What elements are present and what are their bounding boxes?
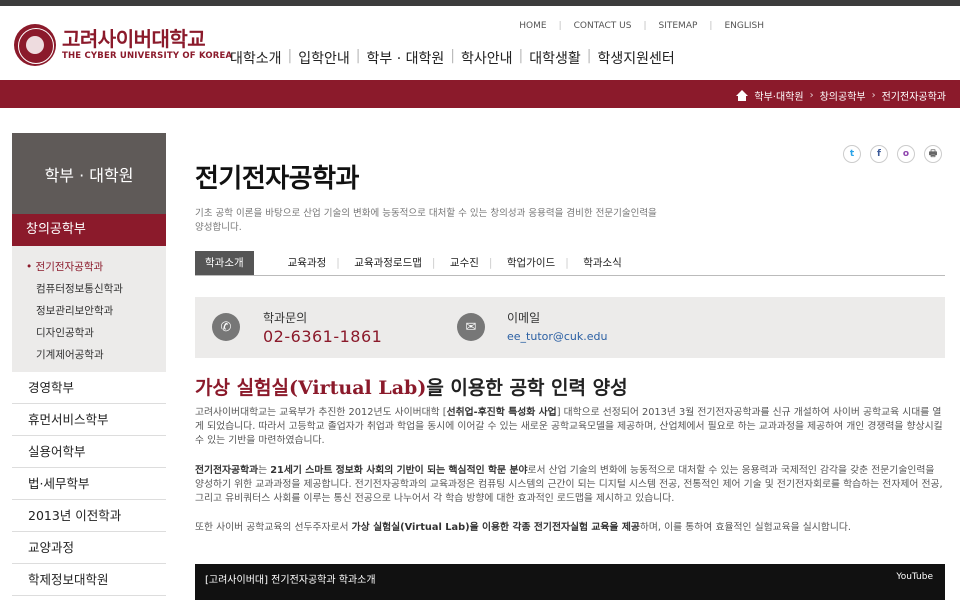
sidebar-item-pre-2013[interactable]: 2013년 이전학과 [12,500,166,532]
lead-heading: 가상 실험실(Virtual Lab)을 이용한 공학 인력 양성 [195,373,628,400]
phone-label: 학과문의 [263,311,308,325]
video-title: [고려사이버대] 전기전자공학과 학과소개 [205,575,376,586]
paragraph-1: 고려사이버대학교는 교육부가 추진한 2012년도 사이버대학 [선취업-후진학… [195,406,945,448]
chevron-right-icon: › [871,90,876,101]
twitter-icon[interactable]: t [843,145,861,163]
text-run: 는 [258,465,271,476]
util-separator: | [643,21,647,31]
breadcrumb-bar: 학부·대학원 › 창의공학부 › 전기전자공학과 [0,80,960,108]
sidebar-item-info-security[interactable]: 정보관리보안학과 [12,300,166,322]
youtube-logo[interactable]: YouTube [896,572,933,582]
tab-news[interactable]: 학과소식 [573,251,632,275]
tab-separator: | [488,257,493,269]
emphasis-text: 21세기 스마트 정보화 사회의 기반이 되는 핵심적인 학문 분야 [270,465,528,476]
emphasis-text: 가상 실험실(Virtual Lab)을 이용한 각종 전기전자실험 교육을 제… [351,522,640,533]
main-nav: 대학소개 | 입학안내 | 학부 · 대학원 | 학사안내 | 대학생활 | 학… [224,48,681,68]
tab-separator: | [431,257,436,269]
tab-guide[interactable]: 학업가이드 [497,251,565,275]
util-link-english[interactable]: ENGLISH [724,21,764,31]
utility-nav: HOME | CONTACT US | SITEMAP | ENGLISH [507,21,764,31]
paragraph-3: 또한 사이버 공학교육의 선두주자로서 가상 실험실(Virtual Lab)을… [195,521,945,535]
facebook-icon[interactable]: f [870,145,888,163]
sidebar-item-mechanical[interactable]: 기계제어공학과 [12,344,166,366]
sidebar-item-graduate[interactable]: 학제정보대학원 [12,564,166,596]
util-link-home[interactable]: HOME [519,21,546,31]
video-player[interactable]: [고려사이버대] 전기전자공학과 학과소개 YouTube [195,564,945,600]
breadcrumb-item[interactable]: 창의공학부 [820,88,866,103]
emphasis-text: 선취업-후진학 특성화 사업 [446,407,557,418]
gnb-item-student-support[interactable]: 학생지원센터 [591,48,680,68]
tab-curriculum[interactable]: 교육과정 [278,251,337,275]
util-link-sitemap[interactable]: SITEMAP [659,21,698,31]
chevron-right-icon: › [809,90,814,101]
top-dark-bar [0,0,960,6]
tab-faculty[interactable]: 교수진 [440,251,489,275]
home-icon[interactable] [736,90,749,101]
util-link-contact[interactable]: CONTACT US [574,21,632,31]
email-link[interactable]: ee_tutor@cuk.edu [507,330,608,343]
gnb-item-admission[interactable]: 입학안내 [292,48,356,68]
logo-name-english: THE CYBER UNIVERSITY OF KOREA [62,51,233,61]
tab-roadmap[interactable]: 교육과정로드맵 [344,251,432,275]
breadcrumb: 학부·대학원 › 창의공학부 › 전기전자공학과 [736,88,946,103]
breadcrumb-current[interactable]: 전기전자공학과 [882,88,946,103]
tab-separator: | [336,257,340,269]
logo-name-korean: 고려사이버대학교 [62,27,206,51]
sidebar-sub-list: • 전기전자공학과 컴퓨터정보통신학과 정보관리보안학과 디자인공학과 기계제어… [12,246,166,372]
gnb-item-campus-life[interactable]: 대학생활 [523,48,587,68]
util-separator: | [558,21,562,31]
university-seal-icon [14,24,56,66]
text-run: 하며, 이를 통하여 효율적인 실험교육을 실시합니다. [639,522,851,533]
phone-icon: ✆ [212,313,240,341]
sidebar-item-design[interactable]: 디자인공학과 [12,322,166,344]
content-tabs: 학과소개 교육과정 | 교육과정로드맵 | 교수진 | 학업가이드 | 학과소식 [195,251,945,276]
sidebar-main-list: 경영학부 휴먼서비스학부 실용어학부 법·세무학부 2013년 이전학과 교양과… [12,372,166,596]
sidebar-item-law-tax[interactable]: 법·세무학부 [12,468,166,500]
page-title: 전기전자공학과 [195,164,359,194]
lead-accent: 가상 실험실(Virtual Lab) [195,377,427,399]
email-label: 이메일 [507,311,541,325]
paragraph-2: 전기전자공학과는 21세기 스마트 정보화 사회의 기반이 되는 핵심적인 학문… [195,464,945,506]
sidebar-item-human-service[interactable]: 휴먼서비스학부 [12,404,166,436]
share-buttons: t f o 🖶 [834,145,942,163]
print-icon[interactable]: 🖶 [924,145,942,163]
sidebar-item-computer-info[interactable]: 컴퓨터정보통신학과 [12,278,166,300]
gnb-item-about[interactable]: 대학소개 [224,48,288,68]
page-intro: 기초 공학 이론을 바탕으로 산업 기술의 변화에 능동적으로 대처할 수 있는… [195,208,657,233]
sidebar-item-general-ed[interactable]: 교양과정 [12,532,166,564]
lead-rest: 을 이용한 공학 인력 양성 [426,377,628,399]
sidebar-item-business[interactable]: 경영학부 [12,372,166,404]
sidebar-item-electrical[interactable]: • 전기전자공학과 [12,256,166,278]
sidebar-item-label: 전기전자공학과 [35,261,104,273]
text-run: 또한 사이버 공학교육의 선두주자로서 [195,522,352,533]
phone-number[interactable]: 02-6361-1861 [263,327,382,346]
util-separator: | [709,21,713,31]
university-logo[interactable]: 고려사이버대학교 THE CYBER UNIVERSITY OF KOREA [14,24,232,66]
text-run: 고려사이버대학교는 교육부가 추진한 2012년도 사이버대학 [ [195,407,447,418]
tab-separator: | [565,257,569,269]
emphasis-text: 전기전자공학과 [195,465,259,476]
tab-intro[interactable]: 학과소개 [195,251,254,275]
contact-box: ✆ 학과문의 02-6361-1861 ✉ 이메일 ee_tutor@cuk.e… [195,297,945,358]
gnb-item-academics[interactable]: 학사안내 [455,48,519,68]
talk-bubble-icon[interactable]: o [897,145,915,163]
sidebar-group-active[interactable]: 창의공학부 [12,214,166,246]
gnb-item-departments[interactable]: 학부 · 대학원 [361,48,451,68]
sidebar-heading: 학부 · 대학원 [12,133,166,214]
sidebar-item-languages[interactable]: 실용어학부 [12,436,166,468]
mail-icon: ✉ [457,313,485,341]
breadcrumb-item[interactable]: 학부·대학원 [754,88,803,103]
